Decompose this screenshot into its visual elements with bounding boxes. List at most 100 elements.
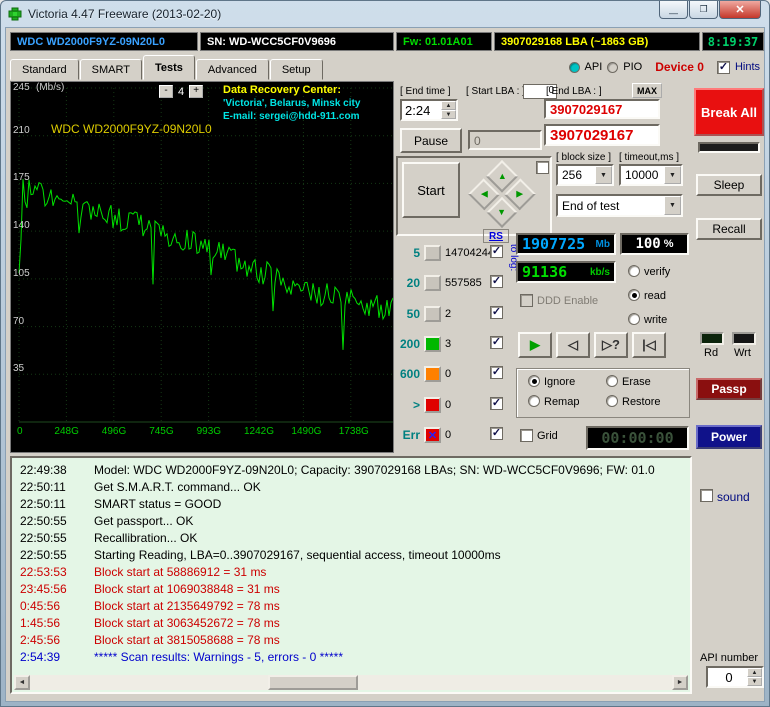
- log-200ms-checkbox[interactable]: [490, 336, 503, 349]
- verify-label: verify: [644, 266, 671, 278]
- passport-button[interactable]: Passp: [696, 378, 762, 400]
- timeout-value: 10000: [625, 168, 659, 182]
- ignore-radio[interactable]: [528, 375, 540, 387]
- x-tick-label: 248G: [54, 426, 79, 437]
- bucket-row-over: > 0: [396, 395, 522, 415]
- timeout-dropdown[interactable]: 10000: [619, 164, 683, 186]
- scroll-thumb[interactable]: [268, 675, 358, 690]
- remap-radio[interactable]: [528, 395, 540, 407]
- end-time-spinner[interactable]: 2:24: [400, 99, 458, 121]
- log-600ms-checkbox[interactable]: [490, 366, 503, 379]
- tab-setup[interactable]: Setup: [269, 59, 323, 80]
- log-line: 22:50:55 Recallibration... OK: [20, 530, 198, 545]
- grid-checkbox[interactable]: [520, 429, 533, 442]
- dropdown-arrow-icon[interactable]: [664, 196, 681, 215]
- write-radio[interactable]: [628, 313, 640, 325]
- log-err-checkbox[interactable]: [490, 427, 503, 440]
- bucket-swatch-error: [424, 427, 441, 443]
- seek-back-button[interactable]: |◁: [632, 332, 666, 358]
- read-led: [700, 332, 724, 345]
- reverse-button[interactable]: ◁: [556, 332, 590, 358]
- log-viewport[interactable]: 22:49:38 Model: WDC WD2000F9YZ-09N20L0; C…: [10, 456, 692, 694]
- rd-label: Rd: [704, 347, 719, 359]
- log-line: 2:54:39 ***** Scan results: Warnings - 5,…: [20, 649, 343, 664]
- block-size-dropdown[interactable]: 256: [556, 164, 614, 186]
- api-number-down-button[interactable]: [747, 677, 762, 686]
- bucket-swatch-green: [424, 336, 441, 352]
- recall-button[interactable]: Recall: [696, 218, 762, 240]
- tab-advanced[interactable]: Advanced: [195, 59, 269, 80]
- api-number-spinner[interactable]: 0: [706, 666, 764, 688]
- end-time-label: [ End time ]: [400, 86, 451, 97]
- bucket-row-20ms: 20 557585: [396, 273, 522, 293]
- bucket-swatch-orange: [424, 366, 441, 382]
- log-5ms-checkbox[interactable]: [490, 245, 503, 258]
- hints-checkbox[interactable]: [716, 60, 730, 74]
- end-time-value: 2:24: [405, 102, 431, 118]
- log-over-checkbox[interactable]: [490, 397, 503, 410]
- bucket-count: 3: [445, 338, 452, 350]
- verify-radio[interactable]: [628, 265, 640, 277]
- x-tick-label: 1490G: [291, 426, 322, 437]
- api-number-value: 0: [725, 669, 733, 685]
- bucket-label: 600: [399, 367, 420, 381]
- api-radio[interactable]: [568, 61, 580, 73]
- promo-line1: Data Recovery Center:: [223, 84, 341, 96]
- pio-radio[interactable]: [607, 61, 619, 73]
- scroll-track[interactable]: [30, 675, 672, 690]
- read-radio[interactable]: [628, 289, 640, 301]
- promo-text: Data Recovery Center: 'Victoria', Belaru…: [223, 84, 393, 123]
- ddd-enable-checkbox[interactable]: [520, 294, 533, 307]
- seek-forward-button[interactable]: ▷?: [594, 332, 628, 358]
- end-of-test-dropdown[interactable]: End of test: [556, 194, 683, 217]
- bucket-swatch-gray: [424, 245, 441, 261]
- h-scrollbar[interactable]: [14, 675, 688, 690]
- block-size-value: 256: [562, 168, 583, 182]
- scroll-left-button[interactable]: [14, 675, 30, 690]
- tab-tests[interactable]: Tests: [142, 55, 195, 80]
- current-lba-display: 3907029167: [544, 124, 660, 146]
- tab-standard[interactable]: Standard: [10, 59, 79, 80]
- rs-link[interactable]: RS: [489, 231, 503, 242]
- zoom-out-button[interactable]: -: [159, 85, 173, 98]
- sleep-button[interactable]: Sleep: [696, 174, 762, 196]
- scroll-right-button[interactable]: [672, 675, 688, 690]
- victoria-window: Victoria 4.47 Freeware (2013-02-20) WDC …: [0, 0, 770, 707]
- log-20ms-checkbox[interactable]: [490, 275, 503, 288]
- power-button[interactable]: Power: [696, 425, 762, 449]
- tab-smart[interactable]: SMART: [79, 59, 142, 80]
- break-all-button[interactable]: Break All: [694, 88, 764, 136]
- dropdown-arrow-icon[interactable]: [664, 166, 681, 184]
- window-title: Victoria 4.47 Freeware (2013-02-20): [28, 7, 222, 21]
- erase-radio[interactable]: [606, 375, 618, 387]
- percent-value: 100: [635, 236, 661, 252]
- pause-button[interactable]: Pause: [400, 128, 462, 153]
- restore-radio[interactable]: [606, 395, 618, 407]
- percent-display: 100 %: [620, 233, 689, 255]
- device-label: Device 0: [655, 60, 704, 74]
- arrow-down-icon: [498, 207, 507, 217]
- bucket-count: 0: [445, 429, 452, 441]
- zoom-in-button[interactable]: +: [189, 85, 204, 98]
- end-time-down-button[interactable]: [441, 110, 456, 119]
- maximize-button[interactable]: [689, 1, 718, 19]
- sound-checkbox[interactable]: [700, 489, 713, 502]
- drive-serial: SN: WD-WCC5CF0V9696: [200, 32, 394, 51]
- dropdown-arrow-icon[interactable]: [595, 166, 612, 184]
- max-lba-button[interactable]: MAX: [632, 83, 662, 98]
- bucket-row-600ms: 600 0: [396, 364, 522, 384]
- log-line: 22:50:55 Starting Reading, LBA=0..3907029…: [20, 547, 501, 562]
- close-button[interactable]: [719, 1, 761, 19]
- bucket-row-err: Err 0: [396, 425, 522, 445]
- end-lba-field[interactable]: 3907029167: [544, 99, 660, 119]
- start-button[interactable]: Start: [402, 162, 460, 218]
- remaining-unit: Mb: [595, 238, 610, 250]
- end-time-up-button[interactable]: [441, 101, 456, 110]
- seek-option-checkbox[interactable]: [536, 161, 549, 174]
- play-button[interactable]: ▶: [518, 332, 552, 358]
- api-number-up-button[interactable]: [747, 668, 762, 677]
- api-number-label: API number: [700, 652, 759, 664]
- log-50ms-checkbox[interactable]: [490, 306, 503, 319]
- bucket-count: 0: [445, 399, 452, 411]
- minimize-button[interactable]: [659, 1, 688, 19]
